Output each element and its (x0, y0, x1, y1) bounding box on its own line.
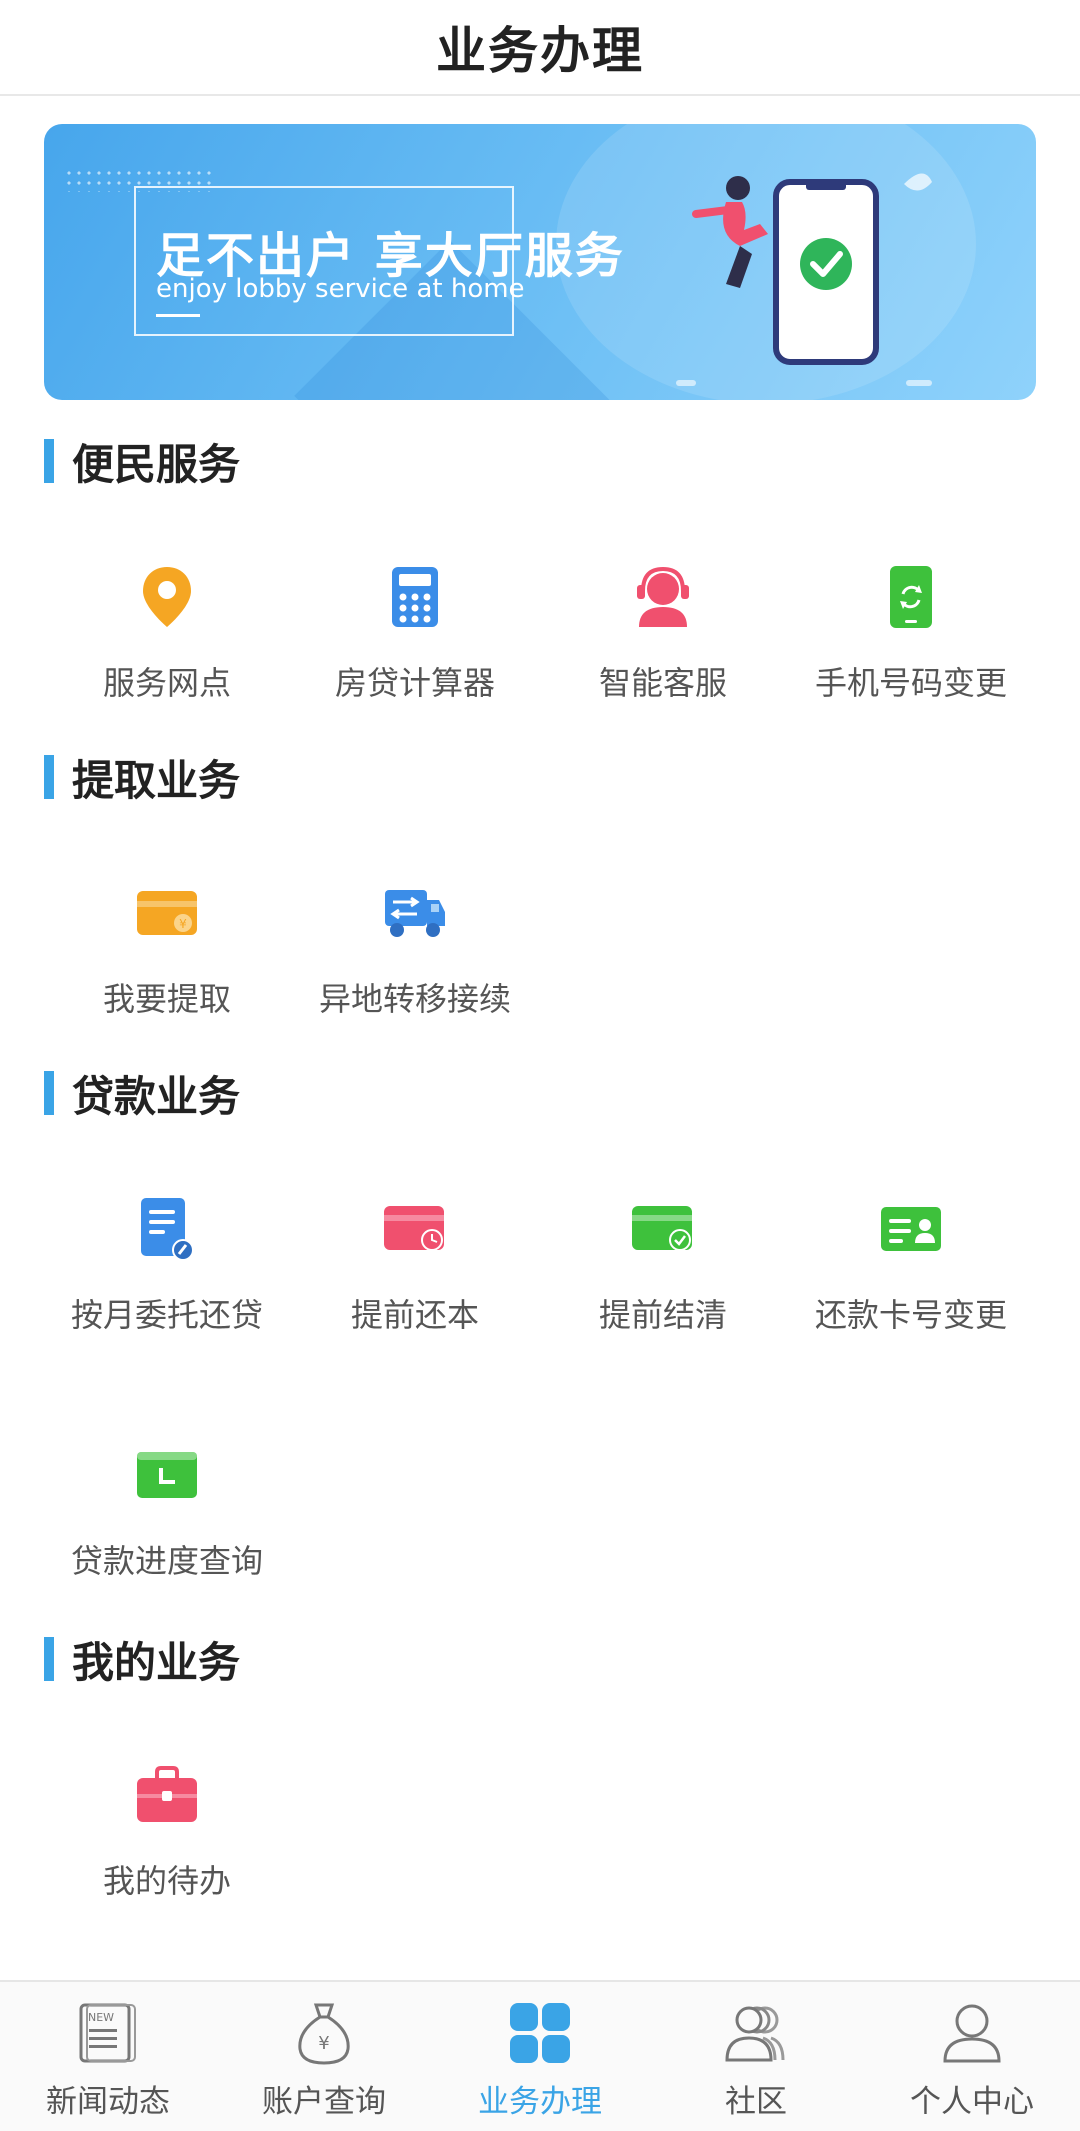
section-header-my-business: 我的业务 (44, 1636, 240, 1687)
svg-text:NEW: NEW (88, 2011, 114, 2024)
grid-icon (505, 1998, 575, 2068)
item-label: 我要提取 (102, 980, 231, 1018)
tab-account[interactable]: ¥ 账户查询 (216, 1982, 432, 2131)
item-label: 服务网点 (102, 664, 231, 702)
section-title: 我的业务 (72, 1637, 241, 1687)
monthly-repayment-button[interactable]: 按月委托还贷 (42, 1194, 292, 1354)
svg-text:¥: ¥ (179, 917, 187, 931)
money-bag-icon: ¥ (289, 1998, 359, 2068)
banner-underline (156, 314, 200, 317)
early-principal-repayment-button[interactable]: 提前还本 (290, 1194, 540, 1354)
svg-text:¥: ¥ (318, 2033, 329, 2054)
section-title: 提取业务 (72, 755, 241, 805)
section-title: 便民服务 (72, 439, 241, 489)
card-check-icon (628, 1194, 698, 1264)
early-settlement-button[interactable]: 提前结清 (538, 1194, 788, 1354)
item-label: 手机号码变更 (814, 664, 1007, 702)
repayment-card-change-button[interactable]: 还款卡号变更 (786, 1194, 1036, 1354)
customer-service-icon (628, 562, 698, 632)
card-clock-icon (380, 1194, 450, 1264)
section-accent-bar (44, 1071, 54, 1115)
section-header-loan: 贷款业务 (44, 1070, 240, 1121)
banner-subtitle: enjoy lobby service at home (156, 274, 525, 304)
item-label: 还款卡号变更 (814, 1296, 1007, 1334)
mortgage-calculator-button[interactable]: 房贷计算器 (290, 562, 540, 722)
section-accent-bar (44, 439, 54, 483)
smart-customer-service-button[interactable]: 智能客服 (538, 562, 788, 722)
tab-label: 社区 (725, 2084, 787, 2120)
item-label: 提前还本 (350, 1296, 479, 1334)
phone-number-change-button[interactable]: 手机号码变更 (786, 562, 1036, 722)
promo-banner[interactable]: 足不出户 享大厅服务 enjoy lobby service at home (44, 124, 1036, 400)
id-card-icon (876, 1194, 946, 1264)
progress-card-icon (132, 1440, 202, 1510)
community-icon (721, 1998, 791, 2068)
news-icon: NEW (73, 1998, 143, 2068)
loan-progress-query-button[interactable]: 贷款进度查询 (42, 1440, 292, 1600)
transfer-truck-icon (380, 878, 450, 948)
tab-community[interactable]: 社区 (648, 1982, 864, 2131)
banner-phone-illustration (676, 173, 932, 386)
item-label: 我的待办 (102, 1862, 231, 1900)
tab-news[interactable]: NEW 新闻动态 (0, 1982, 216, 2131)
section-header-convenience: 便民服务 (44, 438, 240, 489)
page-title: 业务办理 (436, 22, 644, 80)
tab-label: 个人中心 (910, 2084, 1034, 2120)
tab-business[interactable]: 业务办理 (432, 1982, 648, 2131)
document-edit-icon (132, 1194, 202, 1264)
user-icon (937, 1998, 1007, 2068)
page: 业务办理 足不出户 享大厅服务 enjoy lobby service at h… (0, 0, 1080, 2131)
item-label: 异地转移接续 (318, 980, 511, 1018)
item-label: 提前结清 (598, 1296, 727, 1334)
section-title: 贷款业务 (72, 1071, 241, 1121)
item-label: 房贷计算器 (334, 664, 495, 702)
section-header-withdrawal: 提取业务 (44, 754, 240, 805)
service-outlet-button[interactable]: 服务网点 (42, 562, 292, 722)
tab-label: 业务办理 (478, 2084, 602, 2120)
tab-label: 账户查询 (262, 2084, 386, 2120)
briefcase-icon (132, 1760, 202, 1830)
item-label: 按月委托还贷 (70, 1296, 263, 1334)
tab-profile[interactable]: 个人中心 (864, 1982, 1080, 2131)
item-label: 智能客服 (598, 664, 727, 702)
remote-transfer-button[interactable]: 异地转移接续 (290, 878, 540, 1038)
item-label: 贷款进度查询 (70, 1542, 263, 1580)
section-accent-bar (44, 755, 54, 799)
wallet-yuan-icon: ¥ (132, 878, 202, 948)
location-pin-icon (132, 562, 202, 632)
my-todo-button[interactable]: 我的待办 (42, 1760, 292, 1920)
tab-label: 新闻动态 (46, 2084, 170, 2120)
phone-refresh-icon (876, 562, 946, 632)
bottom-tab-bar: NEW 新闻动态 ¥ 账户查询 业务办理 社区 个人中心 (0, 1980, 1080, 2131)
calculator-icon (380, 562, 450, 632)
app-header: 业务办理 (0, 0, 1080, 96)
withdraw-button[interactable]: ¥ 我要提取 (42, 878, 292, 1038)
section-accent-bar (44, 1637, 54, 1681)
